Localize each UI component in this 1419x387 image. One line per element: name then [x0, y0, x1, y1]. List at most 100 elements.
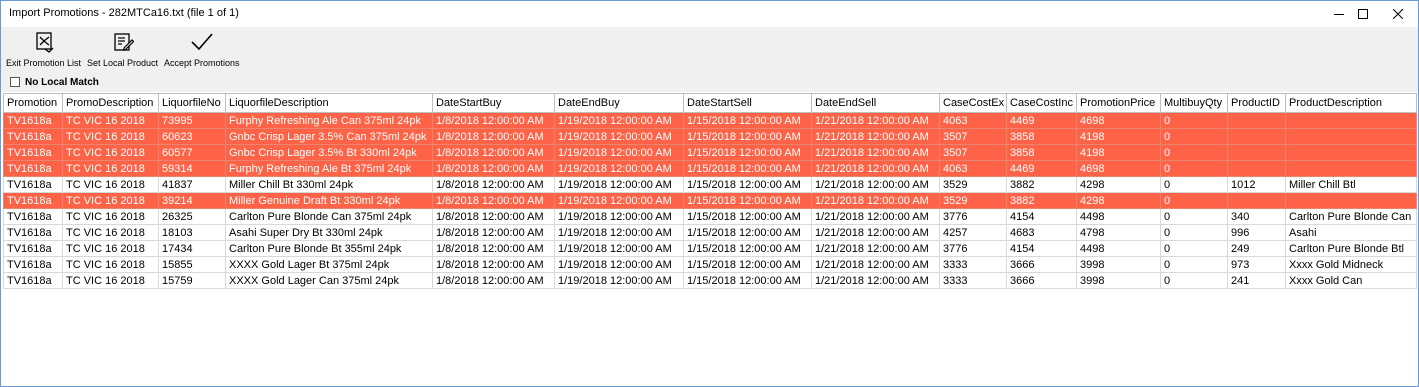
- cell-promo-description[interactable]: TC VIC 16 2018: [62, 176, 159, 193]
- cell-product-id[interactable]: [1227, 160, 1286, 177]
- cell-promo-description[interactable]: TC VIC 16 2018: [62, 128, 159, 145]
- cell-promotion-price[interactable]: 3998: [1076, 256, 1161, 273]
- no-local-match-checkbox[interactable]: [10, 77, 20, 87]
- cell-liquorfile-description[interactable]: Miller Chill Bt 330ml 24pk: [225, 176, 433, 193]
- cell-promotion-price[interactable]: 4798: [1076, 224, 1161, 241]
- cell-product-id[interactable]: [1227, 144, 1286, 161]
- cell-product-description[interactable]: [1285, 128, 1417, 145]
- column-header-promotion-price[interactable]: PromotionPrice: [1076, 93, 1161, 113]
- table-row[interactable]: TV1618a TC VIC 16 2018 60623 Gnbc Crisp Lag…: [3, 128, 1417, 145]
- cell-date-start-buy[interactable]: 1/8/2018 12:00:00 AM: [432, 176, 555, 193]
- cell-case-cost-ex[interactable]: 4063: [939, 112, 1007, 129]
- cell-liquorfile-no[interactable]: 39214: [158, 192, 226, 209]
- cell-multibuy-qty[interactable]: 0: [1160, 160, 1228, 177]
- cell-product-description[interactable]: Asahi: [1285, 224, 1417, 241]
- cell-promotion-price[interactable]: 4198: [1076, 128, 1161, 145]
- cell-product-id[interactable]: 340: [1227, 208, 1286, 225]
- cell-date-start-buy[interactable]: 1/8/2018 12:00:00 AM: [432, 224, 555, 241]
- column-header-case-cost-inc[interactable]: CaseCostInc: [1006, 93, 1077, 113]
- cell-date-end-buy[interactable]: 1/19/2018 12:00:00 AM: [554, 272, 684, 289]
- cell-date-start-buy[interactable]: 1/8/2018 12:00:00 AM: [432, 112, 555, 129]
- cell-liquorfile-description[interactable]: Asahi Super Dry Bt 330ml 24pk: [225, 224, 433, 241]
- cell-date-end-sell[interactable]: 1/21/2018 12:00:00 AM: [811, 224, 940, 241]
- cell-liquorfile-description[interactable]: Gnbc Crisp Lager 3.5% Can 375ml 24pk: [225, 128, 433, 145]
- cell-promotion-price[interactable]: 4298: [1076, 192, 1161, 209]
- cell-case-cost-ex[interactable]: 3333: [939, 256, 1007, 273]
- cell-date-start-buy[interactable]: 1/8/2018 12:00:00 AM: [432, 240, 555, 257]
- close-button[interactable]: [1375, 1, 1419, 27]
- cell-date-end-buy[interactable]: 1/19/2018 12:00:00 AM: [554, 224, 684, 241]
- cell-promotion[interactable]: TV1618a: [3, 256, 63, 273]
- cell-case-cost-ex[interactable]: 4063: [939, 160, 1007, 177]
- cell-case-cost-inc[interactable]: 4154: [1006, 240, 1077, 257]
- cell-product-id[interactable]: 249: [1227, 240, 1286, 257]
- cell-product-description[interactable]: [1285, 192, 1417, 209]
- table-row[interactable]: TV1618a TC VIC 16 2018 41837 Miller Chill B…: [3, 176, 1417, 193]
- cell-multibuy-qty[interactable]: 0: [1160, 224, 1228, 241]
- cell-promotion[interactable]: TV1618a: [3, 144, 63, 161]
- cell-promo-description[interactable]: TC VIC 16 2018: [62, 256, 159, 273]
- cell-liquorfile-no[interactable]: 73995: [158, 112, 226, 129]
- cell-case-cost-inc[interactable]: 3858: [1006, 128, 1077, 145]
- cell-promotion[interactable]: TV1618a: [3, 272, 63, 289]
- cell-date-end-buy[interactable]: 1/19/2018 12:00:00 AM: [554, 208, 684, 225]
- cell-date-end-buy[interactable]: 1/19/2018 12:00:00 AM: [554, 128, 684, 145]
- cell-date-end-sell[interactable]: 1/21/2018 12:00:00 AM: [811, 272, 940, 289]
- cell-case-cost-ex[interactable]: 3529: [939, 192, 1007, 209]
- cell-case-cost-ex[interactable]: 3333: [939, 272, 1007, 289]
- table-row[interactable]: TV1618a TC VIC 16 2018 59314 Furphy Refresh…: [3, 160, 1417, 177]
- cell-liquorfile-description[interactable]: Carlton Pure Blonde Bt 355ml 24pk: [225, 240, 433, 257]
- cell-promotion-price[interactable]: 4498: [1076, 240, 1161, 257]
- cell-product-description[interactable]: [1285, 160, 1417, 177]
- cell-product-id[interactable]: 241: [1227, 272, 1286, 289]
- cell-date-end-sell[interactable]: 1/21/2018 12:00:00 AM: [811, 240, 940, 257]
- cell-liquorfile-no[interactable]: 15759: [158, 272, 226, 289]
- cell-date-start-sell[interactable]: 1/15/2018 12:00:00 AM: [683, 240, 812, 257]
- column-header-product-id[interactable]: ProductID: [1227, 93, 1286, 113]
- table-row[interactable]: TV1618a TC VIC 16 2018 15855 XXXX Gold Lage…: [3, 256, 1417, 273]
- cell-multibuy-qty[interactable]: 0: [1160, 272, 1228, 289]
- cell-case-cost-inc[interactable]: 3882: [1006, 192, 1077, 209]
- cell-date-end-sell[interactable]: 1/21/2018 12:00:00 AM: [811, 176, 940, 193]
- table-row[interactable]: TV1618a TC VIC 16 2018 18103 Asahi Super Dr…: [3, 224, 1417, 241]
- cell-case-cost-inc[interactable]: 4469: [1006, 160, 1077, 177]
- cell-case-cost-inc[interactable]: 3666: [1006, 256, 1077, 273]
- cell-product-description[interactable]: Xxxx Gold Midneck: [1285, 256, 1417, 273]
- cell-case-cost-inc[interactable]: 4469: [1006, 112, 1077, 129]
- accept-promotions-button[interactable]: Accept Promotions: [164, 29, 240, 73]
- cell-promotion-price[interactable]: 4498: [1076, 208, 1161, 225]
- cell-multibuy-qty[interactable]: 0: [1160, 128, 1228, 145]
- column-header-multibuy-qty[interactable]: MultibuyQty: [1160, 93, 1228, 113]
- cell-liquorfile-description[interactable]: XXXX Gold Lager Can 375ml 24pk: [225, 272, 433, 289]
- cell-promotion[interactable]: TV1618a: [3, 176, 63, 193]
- column-header-product-description[interactable]: ProductDescription: [1285, 93, 1417, 113]
- cell-date-start-buy[interactable]: 1/8/2018 12:00:00 AM: [432, 208, 555, 225]
- cell-case-cost-inc[interactable]: 3666: [1006, 272, 1077, 289]
- cell-promo-description[interactable]: TC VIC 16 2018: [62, 224, 159, 241]
- table-row[interactable]: TV1618a TC VIC 16 2018 73995 Furphy Refresh…: [3, 112, 1417, 129]
- cell-product-description[interactable]: [1285, 144, 1417, 161]
- cell-date-start-buy[interactable]: 1/8/2018 12:00:00 AM: [432, 144, 555, 161]
- cell-promotion[interactable]: TV1618a: [3, 208, 63, 225]
- cell-promotion-price[interactable]: 4698: [1076, 112, 1161, 129]
- cell-promo-description[interactable]: TC VIC 16 2018: [62, 192, 159, 209]
- cell-case-cost-inc[interactable]: 4683: [1006, 224, 1077, 241]
- cell-date-end-sell[interactable]: 1/21/2018 12:00:00 AM: [811, 112, 940, 129]
- cell-date-end-buy[interactable]: 1/19/2018 12:00:00 AM: [554, 176, 684, 193]
- cell-date-start-buy[interactable]: 1/8/2018 12:00:00 AM: [432, 160, 555, 177]
- cell-multibuy-qty[interactable]: 0: [1160, 112, 1228, 129]
- cell-date-end-sell[interactable]: 1/21/2018 12:00:00 AM: [811, 208, 940, 225]
- cell-liquorfile-no[interactable]: 26325: [158, 208, 226, 225]
- cell-date-start-sell[interactable]: 1/15/2018 12:00:00 AM: [683, 224, 812, 241]
- cell-date-start-sell[interactable]: 1/15/2018 12:00:00 AM: [683, 112, 812, 129]
- cell-date-start-sell[interactable]: 1/15/2018 12:00:00 AM: [683, 192, 812, 209]
- cell-liquorfile-description[interactable]: Gnbc Crisp Lager 3.5% Bt 330ml 24pk: [225, 144, 433, 161]
- cell-case-cost-ex[interactable]: 3507: [939, 128, 1007, 145]
- cell-product-description[interactable]: Carlton Pure Blonde Btl: [1285, 240, 1417, 257]
- cell-date-start-buy[interactable]: 1/8/2018 12:00:00 AM: [432, 128, 555, 145]
- cell-promotion[interactable]: TV1618a: [3, 112, 63, 129]
- table-row[interactable]: TV1618a TC VIC 16 2018 15759 XXXX Gold Lage…: [3, 272, 1417, 289]
- cell-promotion[interactable]: TV1618a: [3, 224, 63, 241]
- cell-liquorfile-description[interactable]: Furphy Refreshing Ale Can 375ml 24pk: [225, 112, 433, 129]
- cell-date-end-buy[interactable]: 1/19/2018 12:00:00 AM: [554, 160, 684, 177]
